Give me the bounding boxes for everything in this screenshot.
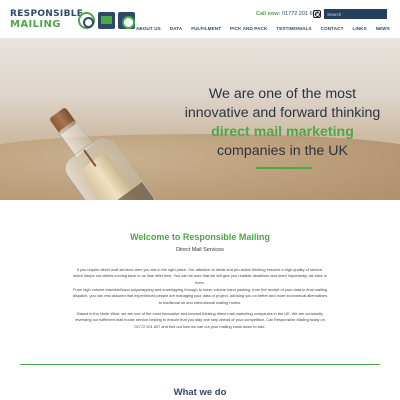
welcome-paragraph: From high volume machine/hand polywrappi… [72, 287, 328, 305]
nav-item-testimonials[interactable]: TESTIMONIALS [276, 26, 311, 34]
welcome-subtitle: Direct Mail Services [176, 247, 224, 253]
hero-banner: We are one of the most innovative and fo… [0, 38, 400, 200]
hero-line-2: innovative and forward thinking [184, 105, 381, 121]
nav-item-news[interactable]: NEWS [376, 26, 390, 34]
logo-marks [78, 12, 136, 30]
call-label: Call now: [256, 11, 281, 17]
site-header: RESPONSIBLE MAILING Call now: 01772 201 … [0, 0, 400, 38]
what-we-do-title: What we do [173, 387, 227, 398]
brand-logo[interactable]: RESPONSIBLE MAILING [10, 9, 135, 33]
welcome-paragraph: Based in the North West, we are one of t… [75, 311, 325, 329]
globe-logo-icon [118, 12, 135, 29]
section-divider [20, 364, 380, 365]
hero-divider [256, 167, 312, 169]
nav-item-fulfilment[interactable]: FULFILMENT [191, 26, 221, 34]
nav-item-contact[interactable]: CONTACT [321, 26, 344, 34]
brand-name-line2: MAILING [10, 19, 61, 30]
target-logo-icon [78, 12, 95, 29]
main-nav: ABOUT US DATA FULFILMENT PICK AND PACK T… [136, 26, 390, 34]
call-now: Call now: 01772 201 607 [256, 11, 319, 17]
nav-item-pick-and-pack[interactable]: PICK AND PACK [230, 26, 267, 34]
nav-item-about-us[interactable]: ABOUT US [136, 26, 161, 34]
search-input[interactable] [324, 9, 387, 19]
instagram-icon[interactable] [313, 10, 321, 18]
hero-line-1: We are one of the most [208, 86, 357, 102]
nav-item-links[interactable]: LINKS [352, 26, 366, 34]
welcome-paragraph: If you require direct mail services then… [73, 267, 327, 285]
brand-name-line1: RESPONSIBLE [10, 9, 84, 19]
welcome-title: Welcome to Responsible Mailing [130, 232, 270, 242]
nav-item-data[interactable]: DATA [170, 26, 182, 34]
hero-highlight: direct mail marketing [211, 124, 354, 140]
hero-headline: We are one of the most innovative and fo… [180, 85, 385, 161]
hero-line-4: companies in the UK [217, 143, 348, 159]
mail-logo-icon [98, 12, 115, 29]
